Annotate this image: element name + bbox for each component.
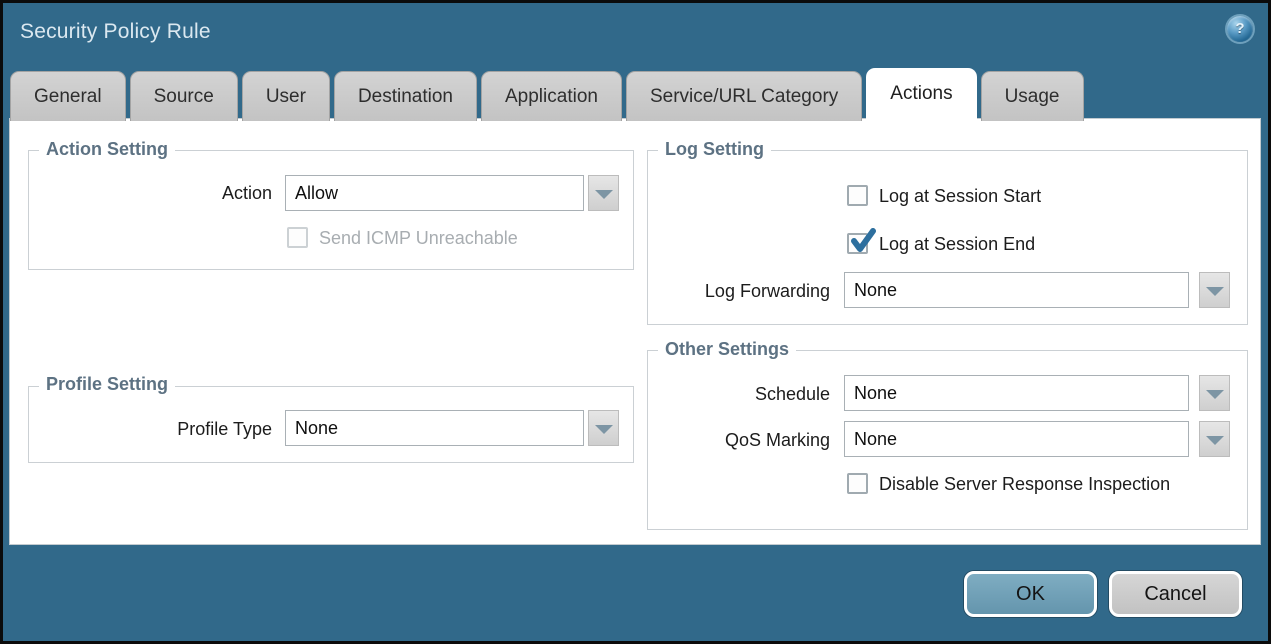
log-session-start-label: Log at Session Start [879, 186, 1041, 206]
action-label: Action [222, 183, 272, 203]
log-session-end-checkbox[interactable] [847, 233, 868, 254]
ok-button[interactable]: OK [964, 571, 1097, 617]
tab-bar: General Source User Destination Applicat… [10, 68, 1261, 121]
profile-type-dropdown[interactable]: None [285, 410, 584, 446]
schedule-dropdown-button[interactable] [1199, 375, 1230, 411]
chevron-down-icon [1206, 436, 1224, 445]
security-policy-rule-dialog: Security Policy Rule ? General Source Us… [3, 3, 1268, 641]
log-forwarding-label: Log Forwarding [705, 281, 830, 301]
schedule-dropdown[interactable]: None [844, 375, 1189, 411]
chevron-down-icon [595, 190, 613, 199]
tab-user[interactable]: User [242, 71, 330, 121]
profile-type-dropdown-button[interactable] [588, 410, 619, 446]
tab-service-url-category[interactable]: Service/URL Category [626, 71, 862, 121]
disable-server-response-inspection-checkbox[interactable] [847, 473, 868, 494]
qos-marking-dropdown[interactable]: None [844, 421, 1189, 457]
log-session-start-checkbox[interactable] [847, 185, 868, 206]
log-setting-legend: Log Setting [658, 139, 771, 160]
tab-source[interactable]: Source [130, 71, 238, 121]
help-icon[interactable]: ? [1227, 16, 1253, 42]
chevron-down-icon [1206, 287, 1224, 296]
chevron-down-icon [595, 425, 613, 434]
action-dropdown-button[interactable] [588, 175, 619, 211]
other-settings-legend: Other Settings [658, 339, 796, 360]
send-icmp-unreachable-label: Send ICMP Unreachable [319, 228, 518, 248]
profile-type-label: Profile Type [177, 419, 272, 439]
profile-setting-legend: Profile Setting [39, 374, 175, 395]
cancel-button[interactable]: Cancel [1109, 571, 1242, 617]
tab-usage[interactable]: Usage [981, 71, 1084, 121]
qos-marking-label: QoS Marking [725, 430, 830, 450]
chevron-down-icon [1206, 390, 1224, 399]
action-setting-legend: Action Setting [39, 139, 175, 160]
tab-actions[interactable]: Actions [866, 68, 976, 121]
schedule-label: Schedule [755, 384, 830, 404]
disable-server-response-inspection-label: Disable Server Response Inspection [879, 474, 1170, 494]
log-forwarding-dropdown-button[interactable] [1199, 272, 1230, 308]
action-dropdown[interactable]: Allow [285, 175, 584, 211]
tab-general[interactable]: General [10, 71, 126, 121]
log-forwarding-dropdown[interactable]: None [844, 272, 1189, 308]
tab-destination[interactable]: Destination [334, 71, 477, 121]
check-icon [849, 228, 876, 255]
dialog-title: Security Policy Rule [20, 20, 211, 44]
tab-application[interactable]: Application [481, 71, 622, 121]
send-icmp-unreachable-checkbox [287, 227, 308, 248]
screen: Security Policy Rule ? General Source Us… [0, 0, 1271, 644]
qos-marking-dropdown-button[interactable] [1199, 421, 1230, 457]
log-session-end-label: Log at Session End [879, 234, 1035, 254]
